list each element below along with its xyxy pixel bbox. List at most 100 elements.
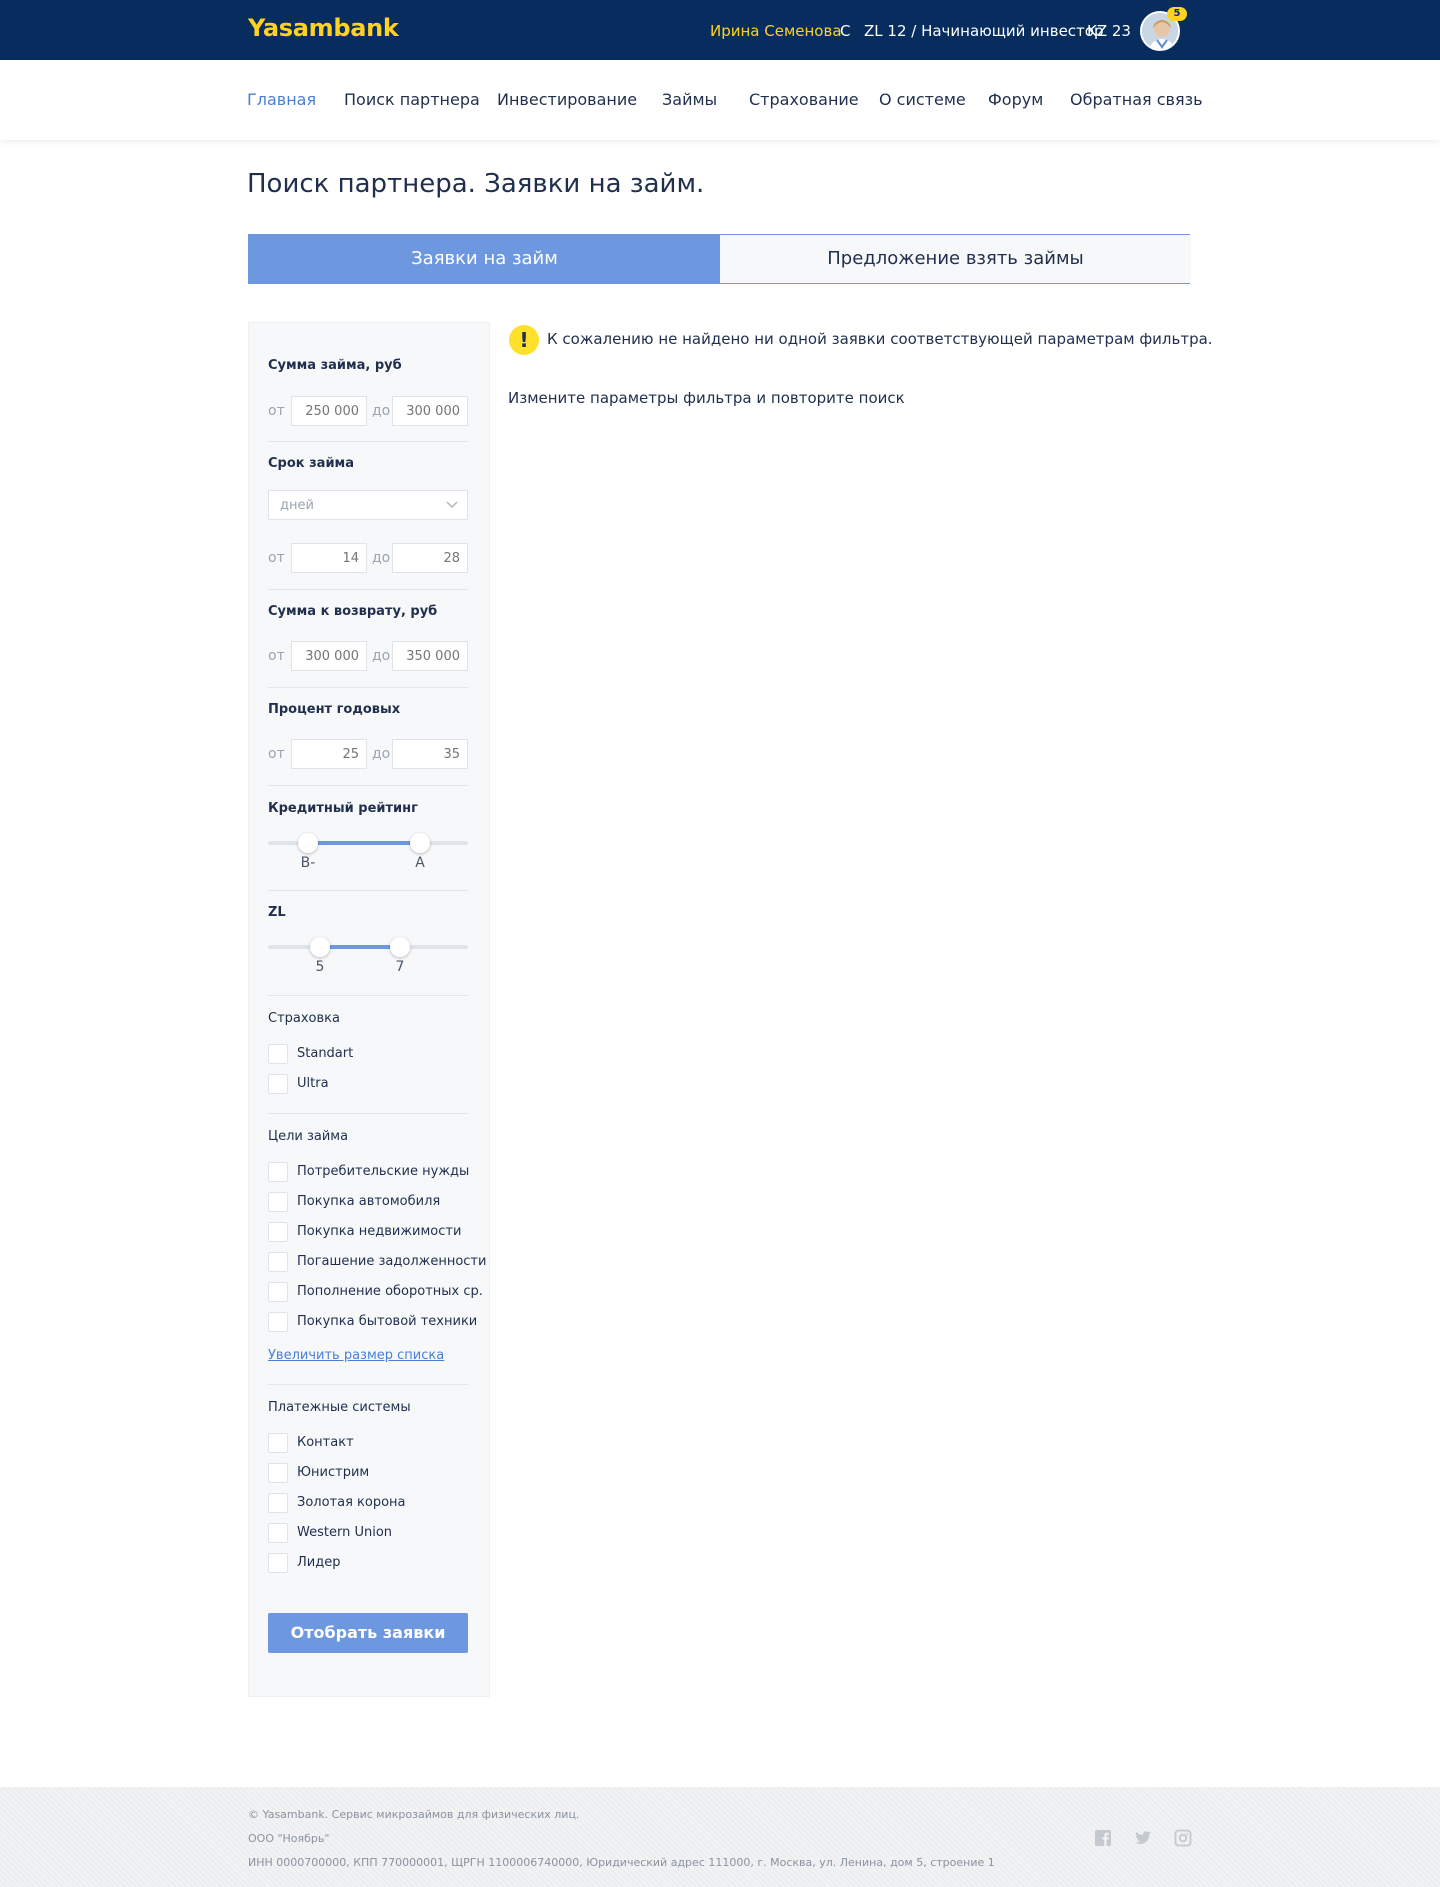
divider <box>268 687 468 688</box>
return-amount-label: Сумма к возврату, руб <box>268 604 438 619</box>
chevron-down-icon <box>446 501 458 508</box>
notification-badge[interactable]: 5 <box>1167 7 1187 21</box>
loan-amount-label: Сумма займа, руб <box>268 358 402 373</box>
no-results-message: К сожалению не найдено ни одной заявки с… <box>547 330 1213 348</box>
kz-indicator: KZ 23 <box>1087 22 1131 40</box>
loan-term-to-input[interactable] <box>392 543 468 573</box>
loan-term-from-input[interactable] <box>291 543 367 573</box>
slider-thumb-max[interactable] <box>410 833 430 853</box>
to-label: до <box>372 403 391 419</box>
divider <box>268 589 468 590</box>
divider <box>268 1384 468 1385</box>
return-amount-from-input[interactable] <box>291 641 367 671</box>
divider <box>268 1113 468 1114</box>
credit-rating-label: Кредитный рейтинг <box>268 801 418 816</box>
tab-loan-offers[interactable]: Предложение взять займы <box>720 235 1191 283</box>
purpose-car-label[interactable]: Покупка автомобиля <box>297 1194 440 1209</box>
logo[interactable]: Yasambank <box>248 14 399 42</box>
slider-thumb-max[interactable] <box>390 937 410 957</box>
annual-rate-from-input[interactable] <box>291 739 367 769</box>
slider-max-label: 7 <box>395 959 405 975</box>
insurance-standart-label[interactable]: Standart <box>297 1046 353 1061</box>
payment-kontakt-label[interactable]: Контакт <box>297 1435 354 1450</box>
annual-rate-label: Процент годовых <box>268 702 401 717</box>
slider-min-label: B- <box>300 855 316 871</box>
purpose-realty-checkbox[interactable] <box>268 1222 288 1242</box>
loan-term-unit-select[interactable]: дней <box>268 490 468 520</box>
nav-item-about[interactable]: О системе <box>879 90 966 109</box>
slider-thumb-min[interactable] <box>310 937 330 957</box>
payment-kontakt-checkbox[interactable] <box>268 1433 288 1453</box>
nav-item-forum[interactable]: Форум <box>988 90 1043 109</box>
to-label: до <box>372 648 391 664</box>
slider-thumb-min[interactable] <box>298 833 318 853</box>
payment-unistream-label[interactable]: Юнистрим <box>297 1465 369 1480</box>
slider-fill <box>320 945 400 949</box>
return-amount-to-input[interactable] <box>392 641 468 671</box>
payment-lider-label[interactable]: Лидер <box>297 1555 340 1570</box>
purpose-working-capital-checkbox[interactable] <box>268 1282 288 1302</box>
twitter-icon[interactable] <box>1134 1829 1152 1847</box>
tabs: Заявки на займ Предложение взять займы <box>248 234 1191 284</box>
payment-zolotaya-korona-checkbox[interactable] <box>268 1493 288 1513</box>
payment-western-union-label[interactable]: Western Union <box>297 1525 392 1540</box>
slider-max-label: A <box>415 855 425 871</box>
payment-western-union-checkbox[interactable] <box>268 1523 288 1543</box>
insurance-ultra-label[interactable]: Ultra <box>297 1076 329 1091</box>
divider <box>268 785 468 786</box>
loan-term-unit-value: дней <box>280 498 314 513</box>
slider-min-label: 5 <box>315 959 325 975</box>
slider-fill <box>308 841 420 845</box>
nav-item-investing[interactable]: Инвестирование <box>497 90 637 109</box>
facebook-icon[interactable] <box>1094 1829 1112 1847</box>
nav-item-insurance[interactable]: Страхование <box>749 90 859 109</box>
footer: © Yasambank. Сервис микрозаймов для физи… <box>0 1787 1440 1887</box>
purpose-debt-label[interactable]: Погашение задолженности <box>297 1254 486 1269</box>
user-name-link[interactable]: Ирина Семенова <box>710 22 842 40</box>
nav-item-feedback[interactable]: Обратная связь <box>1070 90 1203 109</box>
purpose-realty-label[interactable]: Покупка недвижимости <box>297 1224 461 1239</box>
loan-term-label: Срок займа <box>268 456 354 471</box>
footer-copyright: © Yasambank. Сервис микрозаймов для физи… <box>248 1808 580 1821</box>
submit-filter-button[interactable]: Отобрать заявки <box>268 1613 468 1653</box>
nav-item-partner-search[interactable]: Поиск партнера <box>344 90 480 109</box>
tab-loan-requests[interactable]: Заявки на займ <box>249 235 720 283</box>
instagram-icon[interactable] <box>1174 1829 1192 1847</box>
divider <box>268 995 468 996</box>
page-title: Поиск партнера. Заявки на займ. <box>247 169 705 199</box>
purpose-car-checkbox[interactable] <box>268 1192 288 1212</box>
purpose-appliances-label[interactable]: Покупка бытовой техники <box>297 1314 477 1329</box>
top-bar: Yasambank Ирина Семенова C ZL 12 / Начин… <box>0 0 1440 60</box>
c-indicator: C <box>840 22 851 40</box>
nav-item-home[interactable]: Главная <box>247 90 316 109</box>
purpose-appliances-checkbox[interactable] <box>268 1312 288 1332</box>
loan-amount-from-input[interactable] <box>291 396 367 426</box>
insurance-standart-checkbox[interactable] <box>268 1044 288 1064</box>
payment-lider-checkbox[interactable] <box>268 1553 288 1573</box>
purpose-debt-checkbox[interactable] <box>268 1252 288 1272</box>
loan-amount-to-input[interactable] <box>392 396 468 426</box>
divider <box>268 441 468 442</box>
zl-label: ZL <box>268 905 286 920</box>
from-label: от <box>268 648 285 664</box>
purposes-label: Цели займа <box>268 1129 349 1144</box>
nav-item-loans[interactable]: Займы <box>662 90 717 109</box>
payment-zolotaya-korona-label[interactable]: Золотая корона <box>297 1495 406 1510</box>
payment-unistream-checkbox[interactable] <box>268 1463 288 1483</box>
footer-details: ИНН 0000700000, КПП 770000001, ЩРГН 1100… <box>248 1856 995 1869</box>
annual-rate-to-input[interactable] <box>392 739 468 769</box>
zl-status: ZL 12 / Начинающий инвестор <box>864 22 1104 40</box>
insurance-ultra-checkbox[interactable] <box>268 1074 288 1094</box>
warning-icon: ! <box>509 325 539 355</box>
filter-hint-message: Измените параметры фильтра и повторите п… <box>508 389 905 407</box>
from-label: от <box>268 403 285 419</box>
purpose-working-capital-label[interactable]: Пополнение оборотных ср. <box>297 1284 483 1299</box>
purpose-consumer-checkbox[interactable] <box>268 1162 288 1182</box>
footer-company: ООО "Ноябрь" <box>248 1832 330 1845</box>
main-nav: Главная Поиск партнера Инвестирование За… <box>0 60 1440 140</box>
purpose-consumer-label[interactable]: Потребительские нужды <box>297 1164 469 1179</box>
divider <box>268 890 468 891</box>
filter-sidebar: Сумма займа, руб от до Срок займа дней о… <box>248 322 490 1697</box>
expand-list-link[interactable]: Увеличить размер списка <box>268 1348 444 1363</box>
to-label: до <box>372 550 391 566</box>
